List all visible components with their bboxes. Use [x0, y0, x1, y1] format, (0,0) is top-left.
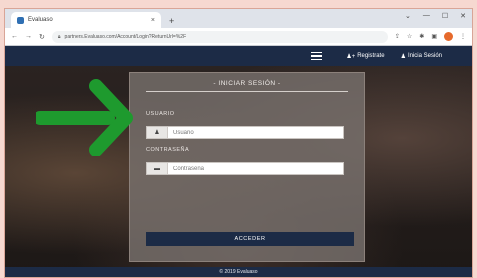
extensions-icon[interactable]: ✱: [419, 33, 424, 40]
back-icon[interactable]: ←: [11, 33, 18, 40]
user-icon: ♟: [147, 127, 168, 138]
minimize-button[interactable]: —: [423, 12, 430, 20]
submit-button[interactable]: ACCEDER: [146, 232, 354, 246]
register-label: Registrate: [357, 53, 385, 59]
share-icon[interactable]: ⇪: [395, 33, 400, 40]
sidepanel-icon[interactable]: ▣: [431, 33, 437, 40]
maximize-button[interactable]: ☐: [442, 12, 448, 20]
favicon-icon: [17, 16, 24, 24]
address-bar: ← → ↻ 🔒︎ partners.Evaluaso.com/Account/L…: [5, 28, 472, 46]
tab-title: Evaluaso: [28, 17, 53, 23]
star-icon[interactable]: ☆: [407, 33, 412, 40]
green-arrow-icon: [36, 79, 133, 156]
browser-tab[interactable]: Evaluaso ×: [11, 12, 161, 28]
user-input[interactable]: [168, 127, 343, 138]
tab-search-icon[interactable]: ⌄: [405, 12, 411, 20]
new-tab-button[interactable]: +: [169, 16, 174, 26]
url-field[interactable]: 🔒︎ partners.Evaluaso.com/Account/Login?R…: [51, 30, 388, 43]
login-label: Inicia Sesión: [407, 53, 442, 59]
password-field: ▬: [146, 162, 344, 175]
reload-icon[interactable]: ↻: [39, 33, 45, 41]
user-plus-icon: ♟+: [346, 53, 356, 60]
profile-avatar[interactable]: [444, 32, 453, 41]
user-label: USUARIO: [146, 111, 175, 117]
password-label: CONTRASEÑA: [146, 147, 190, 153]
lock-icon: 🔒︎: [57, 33, 61, 40]
hamburger-menu-icon[interactable]: [311, 51, 323, 61]
user-icon: ♟: [400, 53, 406, 60]
login-card: - INICIAR SESIÓN - USUARIO ♟ CONTRASEÑA …: [129, 72, 365, 262]
forward-icon[interactable]: →: [25, 33, 32, 40]
register-link[interactable]: ♟+ Registrate: [346, 53, 384, 60]
password-input[interactable]: [168, 163, 343, 174]
close-tab-icon[interactable]: ×: [151, 17, 155, 24]
tab-strip: Evaluaso × + ⌄ — ☐ ✕: [5, 9, 472, 28]
close-window-button[interactable]: ✕: [460, 12, 466, 20]
url-text: partners.Evaluaso.com/Account/Login?Retu…: [64, 33, 187, 40]
title-divider: [146, 91, 348, 92]
menu-icon[interactable]: ⋮: [460, 33, 466, 40]
login-link[interactable]: ♟ Inicia Sesión: [401, 53, 442, 60]
lock-icon: ▬: [147, 163, 168, 174]
user-field: ♟: [146, 126, 344, 139]
login-title: - INICIAR SESIÓN -: [213, 80, 281, 87]
window-controls: ⌄ — ☐ ✕: [405, 12, 466, 20]
page-footer: © 2019 Evaluaso: [5, 267, 472, 277]
site-navbar: ♟+ Registrate ♟ Inicia Sesión: [5, 46, 472, 66]
